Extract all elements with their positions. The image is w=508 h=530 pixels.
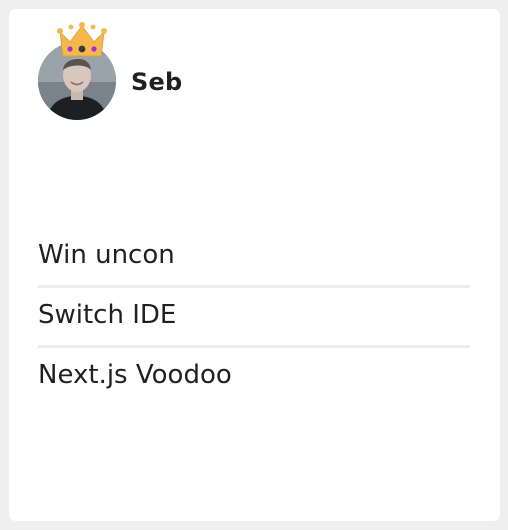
user-card: Seb Win uncon Switch IDE Next.js Voodoo: [9, 9, 500, 521]
todo-list: Win uncon Switch IDE Next.js Voodoo: [38, 228, 470, 408]
list-item[interactable]: Win uncon: [38, 228, 470, 288]
list-item[interactable]: Switch IDE: [38, 288, 470, 348]
user-name: Seb: [131, 68, 183, 96]
crown-icon: [57, 22, 107, 57]
user-profile: Seb: [38, 22, 258, 122]
list-item[interactable]: Next.js Voodoo: [38, 348, 470, 408]
